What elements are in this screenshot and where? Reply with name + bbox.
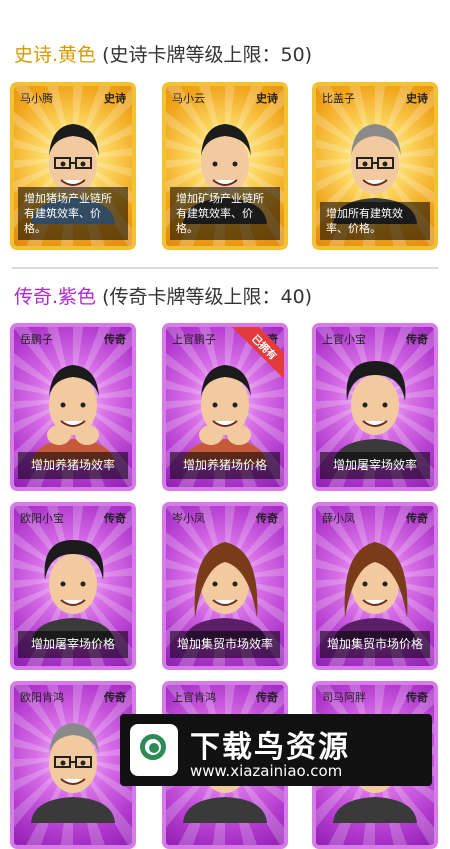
curly-hair-man-icon [323,349,427,465]
woman-icon [173,528,277,644]
card-effect-description: 增加养猪场效率 [18,452,128,479]
curly-hair-man-icon [21,528,125,644]
legend-card[interactable]: 岑小凤 传奇增加集贸市场效率 [162,502,288,670]
white-hair-man-icon [21,707,125,823]
card-effect-description: 增加养猪场价格 [170,452,280,479]
epic-section-limit: (史诗卡牌等级上限：50) [96,44,313,66]
card-effect-description: 增加猪场产业链所有建筑效率、价格。 [18,187,128,240]
card-tier-label: 传奇 [406,691,428,704]
card-tier-label: 传奇 [406,512,428,525]
card-effect-description: 增加矿场产业链所有建筑效率、价格。 [170,187,280,240]
epic-section-title: 史诗.黄色 (史诗卡牌等级上限：50) [14,40,312,67]
watermark-title: 下载鸟资源 [190,730,350,765]
card-effect-description: 增加屠宰场效率 [320,452,430,479]
legend-section-title: 传奇.紫色 (传奇卡牌等级上限：40) [14,282,312,309]
watermark-url: www.xiazainiao.com [190,762,343,780]
legend-card[interactable]: 上官小宝 传奇增加屠宰场效率 [312,323,438,491]
card-character-name: 马小云 [172,92,205,105]
card-tier-label: 传奇 [104,691,126,704]
legend-card[interactable]: 上官鹏子传奇增加养猪场价格已拥有 [162,323,288,491]
legend-card[interactable]: 欧阳肯鸿 传奇 [10,681,136,849]
card-tier-label: 传奇 [104,333,126,346]
bird-logo-icon [130,724,178,776]
card-character-name: 岳鹏子 [20,333,53,346]
legend-card[interactable]: 欧阳小宝 传奇增加屠宰场价格 [10,502,136,670]
card-effect-description: 增加所有建筑效率、价格。 [320,202,430,240]
card-effect-description: 增加集贸市场效率 [170,631,280,658]
section-divider [12,267,438,269]
epic-card[interactable]: 马小腾 史诗增加猪场产业链所有建筑效率、价格。 [10,82,136,250]
legend-section-limit: (传奇卡牌等级上限：40) [96,286,313,308]
card-tier-label: 传奇 [256,512,278,525]
card-character-name: 岑小凤 [172,512,205,525]
woman-icon [323,528,427,644]
card-effect-description: 增加屠宰场价格 [18,631,128,658]
card-tier-label: 史诗 [256,92,278,105]
card-character-name: 薛小凤 [322,512,355,525]
card-character-name: 司马阿胖 [322,691,366,704]
epic-card[interactable]: 比盖子 史诗增加所有建筑效率、价格。 [312,82,438,250]
card-tier-label: 传奇 [406,333,428,346]
epic-section-name: 史诗.黄色 [14,44,97,66]
card-tier-label: 史诗 [104,92,126,105]
legend-card[interactable]: 薛小凤 传奇增加集贸市场价格 [312,502,438,670]
legend-card[interactable]: 岳鹏子 传奇增加养猪场效率 [10,323,136,491]
card-character-name: 欧阳肯鸿 [20,691,64,704]
site-watermark: 下载鸟资源 www.xiazainiao.com [120,714,432,786]
card-character-name: 马小腾 [20,92,53,105]
epic-card[interactable]: 马小云 史诗增加矿场产业链所有建筑效率、价格。 [162,82,288,250]
card-character-name: 上官肯鸿 [172,691,216,704]
hands-chin-man-icon [173,349,277,465]
card-tier-label: 史诗 [406,92,428,105]
card-effect-description: 增加集贸市场价格 [320,631,430,658]
card-tier-label: 传奇 [256,691,278,704]
card-character-name: 上官小宝 [322,333,366,346]
card-tier-label: 传奇 [104,512,126,525]
card-character-name: 欧阳小宝 [20,512,64,525]
legend-section-name: 传奇.紫色 [14,286,97,308]
card-character-name: 上官鹏子 [172,333,216,346]
card-character-name: 比盖子 [322,92,355,105]
hands-chin-man-icon [21,349,125,465]
